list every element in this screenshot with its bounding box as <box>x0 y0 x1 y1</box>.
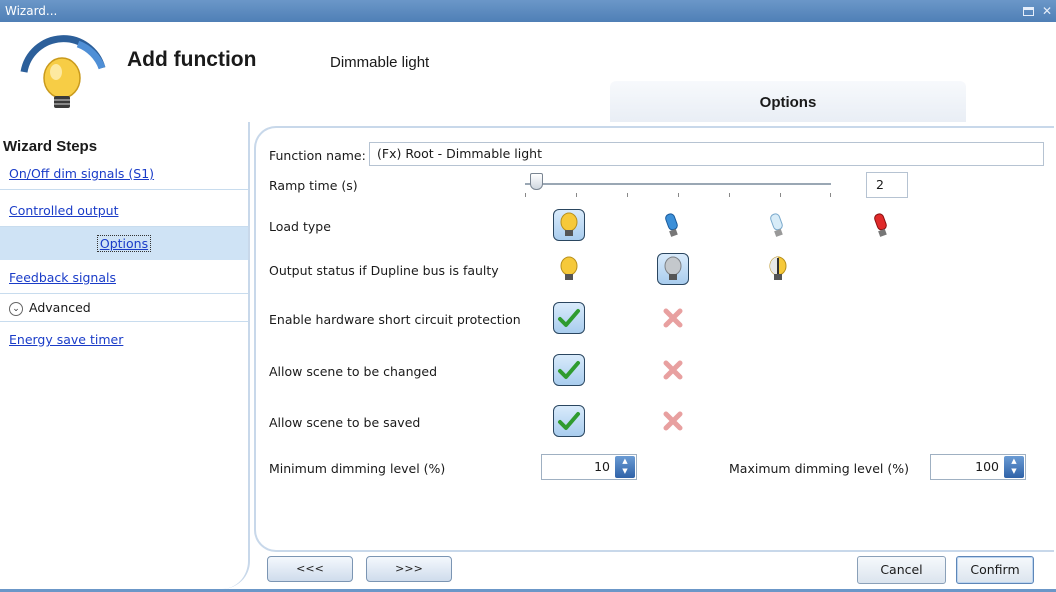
ramp-time-slider[interactable] <box>520 173 836 203</box>
min-dim-label: Minimum dimming level (%) <box>269 461 446 476</box>
bulb-on-icon[interactable] <box>553 253 585 285</box>
step-label[interactable]: Advanced <box>29 300 91 315</box>
step-label[interactable]: Energy save timer <box>9 332 123 347</box>
previous-button[interactable]: <<< <box>267 556 353 582</box>
step-label[interactable]: On/Off dim signals (S1) <box>9 166 154 181</box>
step-feedback-signals[interactable]: Feedback signals <box>0 261 248 294</box>
ramp-time-value[interactable]: 2 <box>866 172 908 198</box>
min-dim-value[interactable]: 10 <box>594 455 610 479</box>
ramp-time-label: Ramp time (s) <box>269 178 358 193</box>
title-bar: Wizard... ✕ <box>0 0 1056 22</box>
wizard-steps-title: Wizard Steps <box>3 138 98 155</box>
step-advanced[interactable]: ⌄ Advanced <box>0 294 248 322</box>
checkmark-icon[interactable] <box>553 354 585 386</box>
slider-tick <box>525 193 526 197</box>
step-energy-save-timer[interactable]: Energy save timer <box>0 323 248 356</box>
function-name-input[interactable]: (Fx) Root - Dimmable light <box>369 142 1044 166</box>
fluorescent-blue-icon[interactable] <box>657 209 689 241</box>
scene-changed-label: Allow scene to be changed <box>269 364 438 379</box>
function-name-label: Function name: <box>269 148 366 163</box>
spin-arrows-icon[interactable]: ▲ ▼ <box>615 456 635 478</box>
incandescent-bulb-icon[interactable] <box>553 209 585 241</box>
slider-tick <box>576 193 577 197</box>
checkmark-icon[interactable] <box>553 302 585 334</box>
cross-icon[interactable] <box>657 405 689 437</box>
red-lamp-icon[interactable] <box>866 209 898 241</box>
step-label[interactable]: Options <box>96 235 152 252</box>
step-options[interactable]: Options <box>0 227 248 260</box>
wizard-header: Add function Dimmable light Options <box>0 22 1056 122</box>
cross-icon[interactable] <box>657 302 689 334</box>
max-dim-value[interactable]: 100 <box>975 455 999 479</box>
slider-track <box>525 183 831 185</box>
step-controlled-output[interactable]: Controlled output <box>0 194 248 227</box>
max-dim-label: Maximum dimming level (%) <box>729 461 909 476</box>
max-dim-stepper[interactable]: 100 ▲ ▼ <box>930 454 1026 480</box>
load-type-label: Load type <box>269 219 331 234</box>
confirm-button[interactable]: Confirm <box>956 556 1034 584</box>
bulb-last-state-icon[interactable] <box>762 253 794 285</box>
min-dim-stepper[interactable]: 10 ▲ ▼ <box>541 454 637 480</box>
led-light-icon[interactable] <box>762 209 794 241</box>
output-status-label: Output status if Dupline bus is faulty <box>269 263 499 278</box>
page-title: Add function <box>127 48 257 71</box>
slider-tick <box>780 193 781 197</box>
page-subtitle: Dimmable light <box>330 54 430 71</box>
restore-icon[interactable] <box>1023 6 1034 16</box>
window-title: Wizard... <box>5 4 58 18</box>
step-label[interactable]: Controlled output <box>9 203 119 218</box>
bulb-off-icon[interactable] <box>657 253 689 285</box>
slider-tick <box>830 193 831 197</box>
slider-tick <box>678 193 679 197</box>
short-circuit-label: Enable hardware short circuit protection <box>269 312 521 327</box>
next-button[interactable]: >>> <box>366 556 452 582</box>
slider-thumb[interactable] <box>530 173 543 190</box>
spin-arrows-icon[interactable]: ▲ ▼ <box>1004 456 1024 478</box>
checkmark-icon[interactable] <box>553 405 585 437</box>
slider-tick <box>729 193 730 197</box>
slider-tick <box>627 193 628 197</box>
cross-icon[interactable] <box>657 354 689 386</box>
close-icon[interactable]: ✕ <box>1040 4 1054 18</box>
step-label[interactable]: Feedback signals <box>9 270 116 285</box>
chevron-down-icon[interactable]: ⌄ <box>9 301 23 316</box>
dimmable-light-logo-icon <box>20 35 106 108</box>
tab-options[interactable]: Options <box>610 81 966 122</box>
step-on-off-dim-signals[interactable]: On/Off dim signals (S1) <box>0 157 248 190</box>
cancel-button[interactable]: Cancel <box>857 556 946 584</box>
scene-saved-label: Allow scene to be saved <box>269 415 421 430</box>
